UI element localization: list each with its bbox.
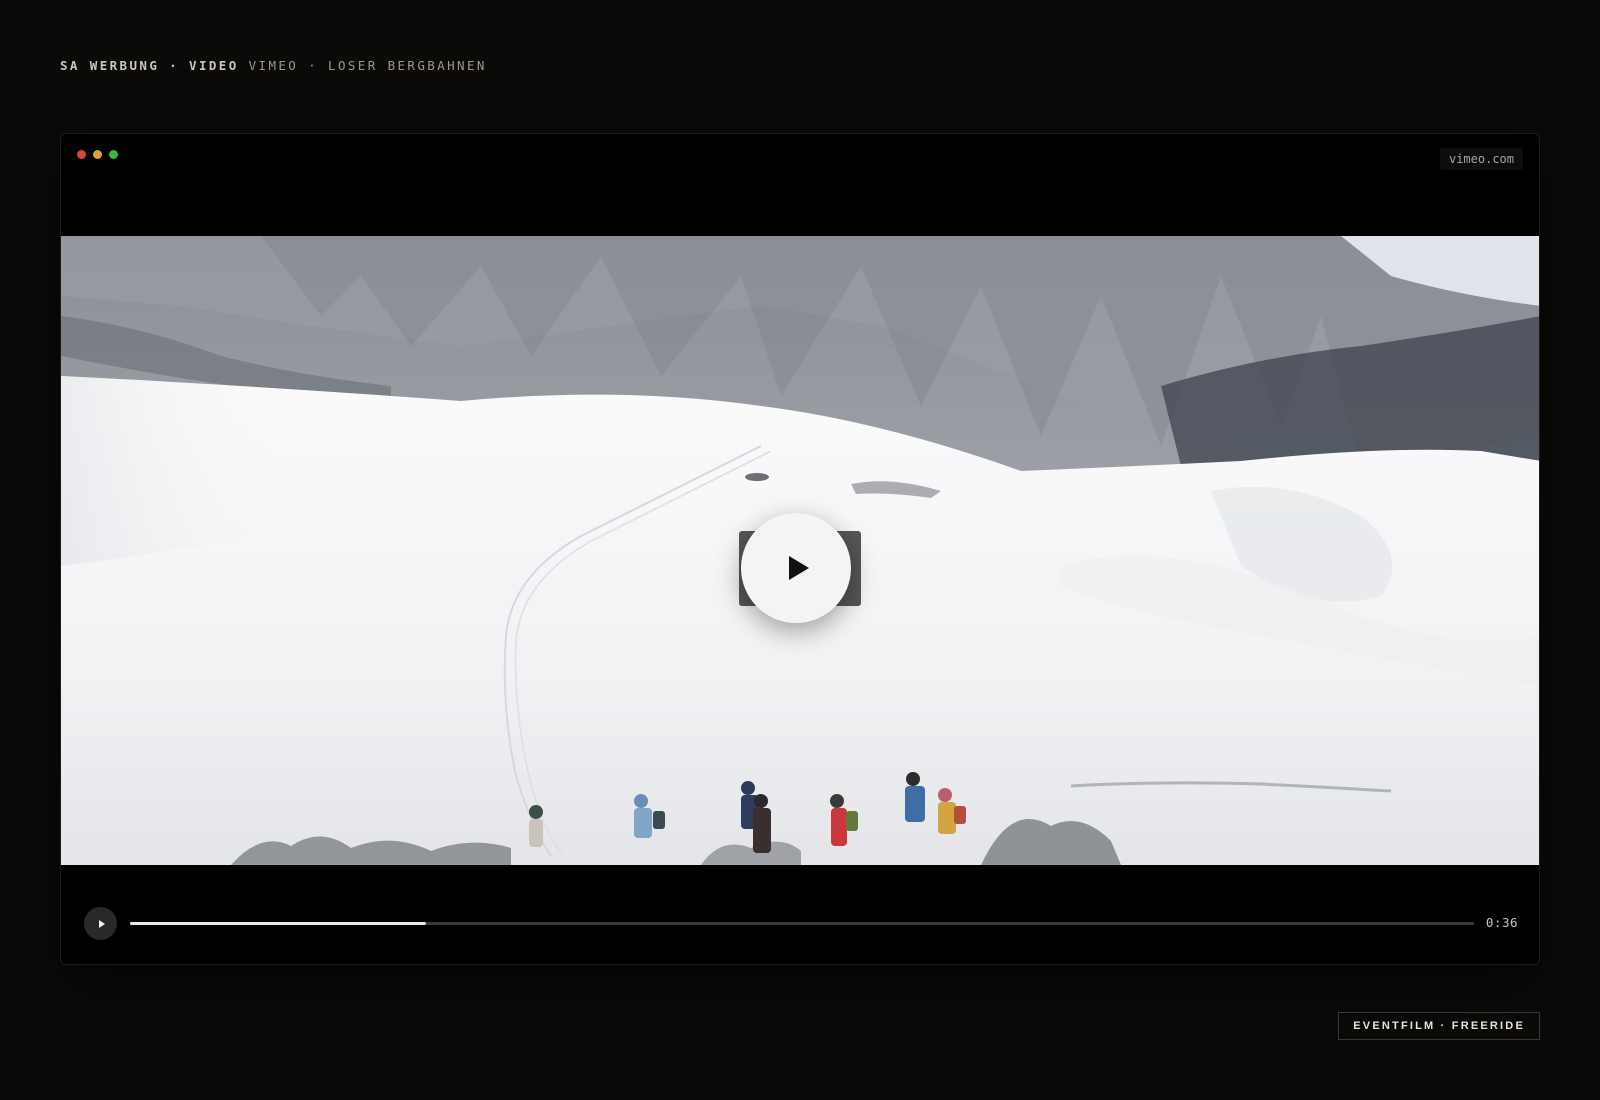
- category-tag: EVENTFILM · FREERIDE: [1338, 1012, 1540, 1040]
- video-player-window: vimeo.com 0:36: [60, 133, 1540, 965]
- video-frame[interactable]: [61, 236, 1539, 865]
- small-play-icon: [98, 919, 105, 928]
- breadcrumb-section: SA WERBUNG · VIDEO: [60, 58, 239, 73]
- minimize-dot-icon: [93, 150, 102, 159]
- maximize-dot-icon: [109, 150, 118, 159]
- progress-fill: [130, 922, 426, 925]
- breadcrumb-subtitle: VIMEO · LOSER BERGBAHNEN: [248, 58, 487, 73]
- play-button[interactable]: [741, 513, 851, 623]
- breadcrumb: SA WERBUNG · VIDEO VIMEO · LOSER BERGBAH…: [60, 58, 487, 73]
- control-play-button[interactable]: [84, 907, 117, 940]
- progress-bar[interactable]: [130, 922, 1474, 925]
- host-label[interactable]: vimeo.com: [1439, 148, 1523, 170]
- play-icon: [789, 556, 809, 580]
- player-controls: 0:36: [61, 904, 1539, 944]
- close-dot-icon: [77, 150, 86, 159]
- time-remaining: 0:36: [1485, 915, 1518, 930]
- window-controls: [77, 150, 118, 159]
